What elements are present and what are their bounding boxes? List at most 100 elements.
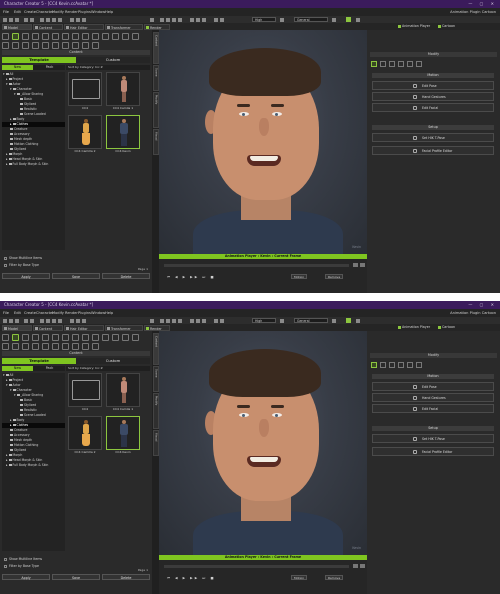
content-item-kevin[interactable]: CC4 Kevin xyxy=(106,115,140,153)
save-button[interactable]: Save xyxy=(52,574,100,580)
tongue-category-icon[interactable] xyxy=(32,42,39,49)
delete-button[interactable]: Delete xyxy=(102,574,150,580)
motion-category-icon[interactable] xyxy=(112,334,119,341)
content-item-camila-1[interactable]: CC4 Camila 1 xyxy=(106,72,140,110)
custom-tab[interactable]: Custom xyxy=(76,358,150,364)
camera-icon[interactable] xyxy=(70,17,74,22)
scale-icon[interactable] xyxy=(58,17,62,22)
light-icon[interactable] xyxy=(76,318,80,323)
light-category-icon[interactable] xyxy=(92,334,99,341)
edit-facial-button[interactable]: Edit Facial xyxy=(372,404,494,413)
orbit-icon[interactable] xyxy=(166,318,170,323)
menu-help[interactable]: Help xyxy=(105,8,113,16)
motion-mode-icon[interactable] xyxy=(371,61,377,67)
grid-icon[interactable] xyxy=(82,17,86,22)
teeth-category-icon[interactable] xyxy=(22,343,29,350)
tongue-category-icon[interactable] xyxy=(32,343,39,350)
pick-icon[interactable] xyxy=(150,318,154,323)
content-item-folder[interactable]: CC4 xyxy=(68,373,102,411)
set-hik-tpose-button[interactable]: Set HIK T-Pose xyxy=(372,434,494,443)
nail-category-icon[interactable] xyxy=(42,42,49,49)
side-tab-visual[interactable]: Visual xyxy=(152,129,159,155)
body-category-icon[interactable] xyxy=(12,334,19,341)
makeup-category-icon[interactable] xyxy=(52,42,59,49)
menu-file[interactable]: File xyxy=(3,8,9,16)
skin-category-icon[interactable] xyxy=(32,33,39,40)
frame-icon[interactable] xyxy=(160,17,164,22)
skin-category-icon[interactable] xyxy=(32,334,39,341)
tab-render[interactable]: Render xyxy=(144,23,170,30)
set-hik-tpose-button[interactable]: Set HIK T-Pose xyxy=(372,133,494,142)
morph-category-icon[interactable] xyxy=(22,334,29,341)
frame-icon[interactable] xyxy=(160,318,164,323)
hand-gestures-button[interactable]: Hand Gestures xyxy=(372,92,494,101)
ik-icon[interactable] xyxy=(280,318,284,323)
loop-icon[interactable] xyxy=(360,564,365,568)
view-side-icon[interactable] xyxy=(196,17,200,22)
tab-model[interactable]: Model xyxy=(2,324,32,331)
sound-icon[interactable] xyxy=(353,564,358,568)
smartgallery-icon[interactable] xyxy=(346,318,351,323)
tab-hair-editor[interactable]: Hair Editor xyxy=(64,324,104,331)
move-icon[interactable] xyxy=(46,318,50,323)
filter-base-type-checkbox[interactable]: Filter by Base Type xyxy=(4,564,39,569)
menu-window[interactable]: Window xyxy=(91,309,105,317)
pick-icon[interactable] xyxy=(150,17,154,22)
menu-help[interactable]: Help xyxy=(105,309,113,317)
loop-icon[interactable] xyxy=(360,263,365,267)
content-item-camila-1[interactable]: CC4 Camila 1 xyxy=(106,373,140,411)
side-tab-content[interactable]: Content xyxy=(152,333,159,365)
content-item-kevin[interactable]: CC4 Kevin xyxy=(106,416,140,454)
sort-dropdown[interactable]: Sort by Category: Inc Z xyxy=(66,366,150,371)
timeline-slider[interactable] xyxy=(164,565,349,568)
menu-render[interactable]: Render xyxy=(65,309,78,317)
menu-right[interactable]: Animation Plugin Cartoon xyxy=(450,309,496,317)
scale-icon[interactable] xyxy=(58,318,62,323)
new-icon[interactable] xyxy=(3,318,7,323)
side-tab-content[interactable]: Content xyxy=(152,32,159,64)
remove-button[interactable]: Remove xyxy=(325,575,344,580)
template-tab[interactable]: Template xyxy=(2,57,76,63)
custom-tab[interactable]: Custom xyxy=(76,57,150,63)
shoe-category-icon[interactable] xyxy=(62,33,69,40)
settings-icon[interactable] xyxy=(332,17,336,22)
head-category-icon[interactable] xyxy=(2,42,9,49)
lash-category-icon[interactable] xyxy=(92,343,99,350)
lash-category-icon[interactable] xyxy=(92,42,99,49)
sort-dropdown[interactable]: Sort by Category: Inc Z xyxy=(66,65,150,70)
shoe-category-icon[interactable] xyxy=(62,334,69,341)
motion-button[interactable]: Motion xyxy=(291,575,308,580)
rotate-icon[interactable] xyxy=(52,17,56,22)
morph-mode-icon[interactable] xyxy=(389,61,395,67)
menu-modify[interactable]: Modify xyxy=(52,309,64,317)
material-mode-icon[interactable] xyxy=(398,61,404,67)
shading-icon[interactable] xyxy=(214,17,218,22)
menu-render[interactable]: Render xyxy=(65,8,78,16)
body-category-icon[interactable] xyxy=(12,33,19,40)
3d-viewport[interactable]: Kevin xyxy=(159,331,367,555)
pan-icon[interactable] xyxy=(172,17,176,22)
quality-dropdown[interactable]: High xyxy=(252,318,276,323)
tab-model[interactable]: Model xyxy=(2,23,32,30)
render-mode-dropdown[interactable]: General xyxy=(294,17,328,22)
side-tab-scene[interactable]: Scene xyxy=(152,65,159,91)
view-front-icon[interactable] xyxy=(190,17,194,22)
menu-create[interactable]: Create xyxy=(24,309,36,317)
accessory-category-icon[interactable] xyxy=(72,33,79,40)
content-item-camilla-2[interactable]: CC4 Camilla 2 xyxy=(68,416,102,454)
menu-window[interactable]: Window xyxy=(91,8,105,16)
pose-category-icon[interactable] xyxy=(122,334,129,341)
content-item-folder[interactable]: CC4 xyxy=(68,72,102,110)
scene-category-icon[interactable] xyxy=(132,33,139,40)
undo-icon[interactable] xyxy=(24,17,28,22)
smartgallery-icon[interactable] xyxy=(346,17,351,22)
new-icon[interactable] xyxy=(3,17,7,22)
pose-mode-icon[interactable] xyxy=(380,61,386,67)
tab-content[interactable]: Content xyxy=(33,23,63,30)
remove-button[interactable]: Remove xyxy=(325,274,344,279)
makeup-category-icon[interactable] xyxy=(52,343,59,350)
menu-edit[interactable]: Edit xyxy=(14,8,21,16)
nail-category-icon[interactable] xyxy=(42,343,49,350)
menu-modify[interactable]: Modify xyxy=(52,8,64,16)
timeline-slider[interactable] xyxy=(164,264,349,267)
